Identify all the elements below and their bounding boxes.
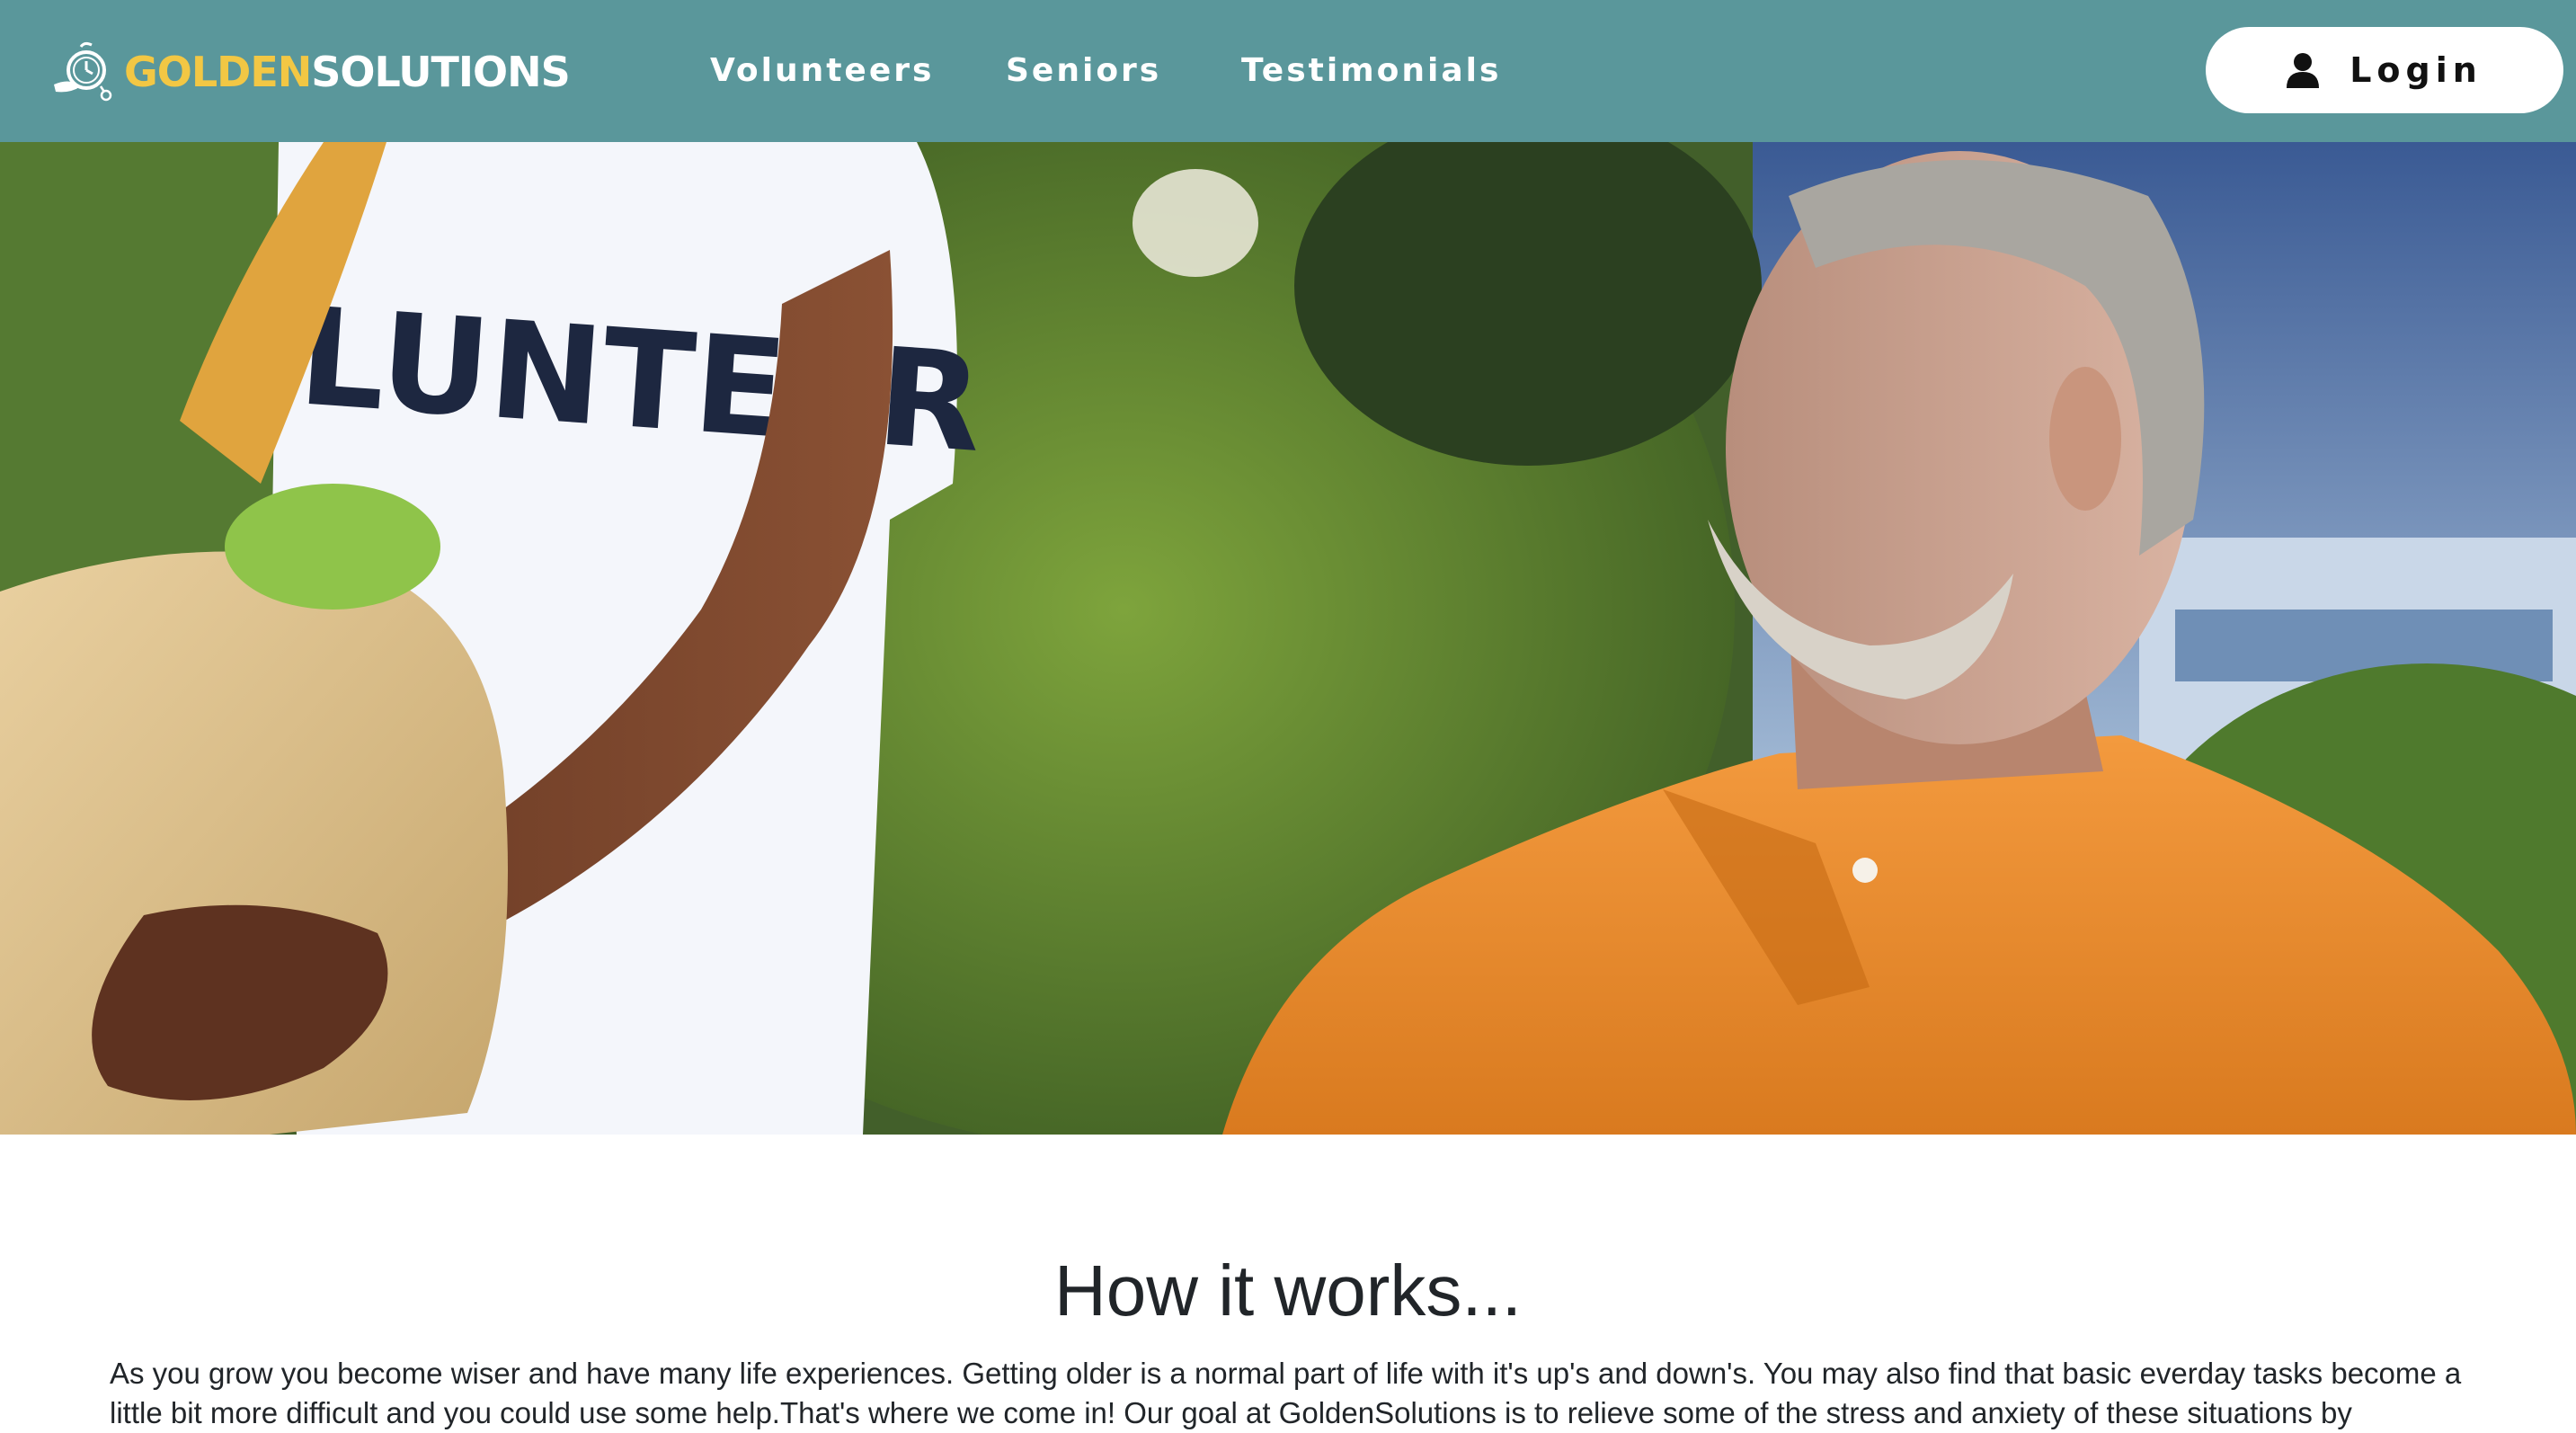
polo-button [1852,858,1878,883]
clock-bird-logo-icon [54,41,112,102]
lamp [1133,169,1258,277]
user-icon [2287,53,2320,88]
brand-logo[interactable]: GOLDENSOLUTIONS [50,40,571,104]
nav-link-seniors[interactable]: Seniors [1006,52,1161,89]
hero-photo: LUNTEER [0,142,2576,1135]
brand-name-part1: GOLDEN [124,48,312,96]
login-label: Login [2349,50,2483,90]
nav-link-testimonials[interactable]: Testimonials [1241,52,1501,89]
hero-illustration: LUNTEER [0,142,2576,1135]
login-button[interactable]: Login [2206,27,2563,113]
brand-name: GOLDENSOLUTIONS [124,48,571,96]
top-navbar: GOLDENSOLUTIONS Volunteers Seniors Testi… [0,0,2576,142]
brand-name-part2: SOLUTIONS [311,48,570,96]
section-title: How it works... [1053,1251,1523,1331]
section-body-text: As you grow you become wiser and have ma… [110,1357,2462,1429]
lettuce [225,484,440,610]
nav-link-volunteers[interactable]: Volunteers [710,52,934,89]
senior-ear [2049,367,2121,511]
